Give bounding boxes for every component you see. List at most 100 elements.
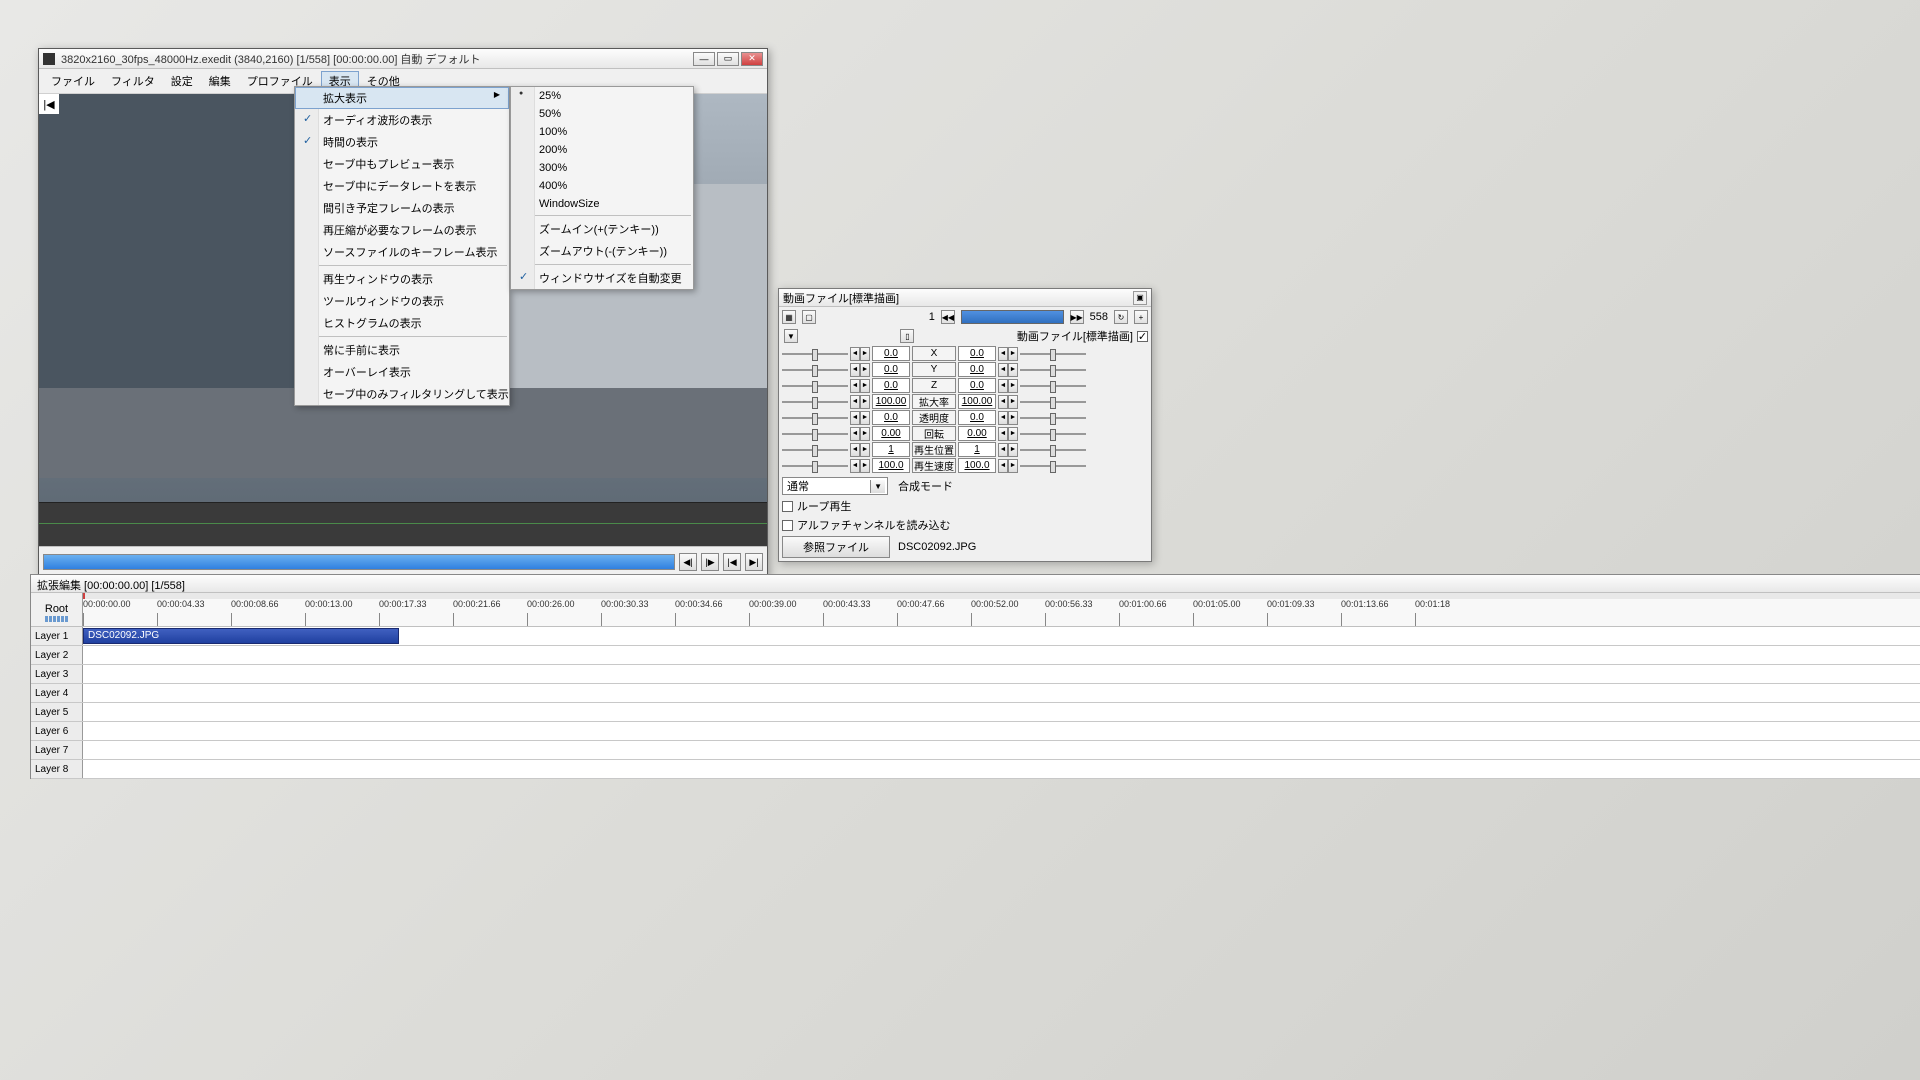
layer-track[interactable] [83, 665, 1920, 683]
slider-left[interactable] [782, 396, 848, 408]
view-menu-item[interactable]: オーバーレイ表示 [295, 361, 509, 383]
spin-right-dec[interactable]: ◄ [998, 363, 1008, 377]
spin-right-inc[interactable]: ► [1008, 459, 1018, 473]
blend-mode-combo[interactable]: 通常 [782, 477, 888, 495]
slider-right[interactable] [1020, 412, 1086, 424]
spin-right-inc[interactable]: ► [1008, 363, 1018, 377]
maximize-button[interactable]: ▭ [717, 52, 739, 66]
value-right[interactable]: 100.00 [958, 394, 996, 409]
spin-right-dec[interactable]: ◄ [998, 427, 1008, 441]
slider-left[interactable] [782, 348, 848, 360]
spin-left-dec[interactable]: ◄ [850, 459, 860, 473]
zoom-menu-item[interactable]: 200% [511, 141, 693, 159]
spin-left-dec[interactable]: ◄ [850, 411, 860, 425]
slider-left[interactable] [782, 412, 848, 424]
spin-left-dec[interactable]: ◄ [850, 427, 860, 441]
layer-label[interactable]: Layer 8 [31, 760, 83, 778]
view-menu-item[interactable]: セーブ中のみフィルタリングして表示 [295, 383, 509, 405]
spin-left-dec[interactable]: ◄ [850, 443, 860, 457]
menu-編集[interactable]: 編集 [201, 71, 239, 91]
spin-left-inc[interactable]: ► [860, 395, 870, 409]
zoom-menu-item[interactable]: 100% [511, 123, 693, 141]
layer-track[interactable] [83, 741, 1920, 759]
value-left[interactable]: 0.00 [872, 426, 910, 441]
layer-label[interactable]: Layer 3 [31, 665, 83, 683]
prev-frame-button[interactable]: ◀| [679, 553, 697, 571]
spin-left-inc[interactable]: ► [860, 459, 870, 473]
zoom-menu-item[interactable]: 25% [511, 87, 693, 105]
slider-left[interactable] [782, 364, 848, 376]
loop-checkbox[interactable] [782, 501, 793, 512]
layer-label[interactable]: Layer 6 [31, 722, 83, 740]
doc-icon[interactable]: ▯ [900, 329, 914, 343]
value-left[interactable]: 1 [872, 442, 910, 457]
value-left[interactable]: 0.0 [872, 362, 910, 377]
slider-right[interactable] [1020, 460, 1086, 472]
value-left[interactable]: 0.0 [872, 410, 910, 425]
frame-forward-button[interactable]: ▶▶ [1070, 310, 1084, 324]
spin-left-dec[interactable]: ◄ [850, 379, 860, 393]
prop-icon-2[interactable]: ▢ [802, 310, 816, 324]
view-menu-item[interactable]: 再圧縮が必要なフレームの表示 [295, 219, 509, 241]
spin-left-inc[interactable]: ► [860, 363, 870, 377]
spin-left-inc[interactable]: ► [860, 427, 870, 441]
zoom-menu-item[interactable]: ズームアウト(-(テンキー)) [511, 240, 693, 262]
view-menu-item[interactable]: 拡大表示 [295, 87, 509, 109]
timeline-root[interactable]: Root [31, 599, 83, 626]
title-bar[interactable]: 3820x2160_30fps_48000Hz.exedit (3840,216… [39, 49, 767, 69]
zoom-menu-item[interactable]: 50% [511, 105, 693, 123]
property-close-button[interactable]: ▣ [1133, 291, 1147, 305]
timeline-ruler[interactable]: 00:00:00.0000:00:04.3300:00:08.6600:00:1… [83, 599, 1920, 626]
view-menu-item[interactable]: 常に手前に表示 [295, 339, 509, 361]
layer-track[interactable]: DSC02092.JPG [83, 627, 1920, 645]
view-menu-item[interactable]: ヒストグラムの表示 [295, 312, 509, 334]
layer-label[interactable]: Layer 2 [31, 646, 83, 664]
alpha-checkbox[interactable] [782, 520, 793, 531]
zoom-menu-item[interactable]: ウィンドウサイズを自動変更 [511, 267, 693, 289]
spin-right-inc[interactable]: ► [1008, 379, 1018, 393]
zoom-menu-item[interactable]: 400% [511, 177, 693, 195]
value-right[interactable]: 0.0 [958, 378, 996, 393]
slider-left[interactable] [782, 444, 848, 456]
spin-right-inc[interactable]: ► [1008, 443, 1018, 457]
close-button[interactable]: ✕ [741, 52, 763, 66]
view-menu-item[interactable]: 間引き予定フレームの表示 [295, 197, 509, 219]
menu-ファイル[interactable]: ファイル [43, 71, 103, 91]
next-frame-button[interactable]: |▶ [701, 553, 719, 571]
slider-right[interactable] [1020, 444, 1086, 456]
spin-left-inc[interactable]: ► [860, 443, 870, 457]
spin-right-dec[interactable]: ◄ [998, 379, 1008, 393]
spin-left-inc[interactable]: ► [860, 411, 870, 425]
spin-right-dec[interactable]: ◄ [998, 443, 1008, 457]
start-marker-icon[interactable]: |◀ [39, 94, 59, 114]
spin-left-dec[interactable]: ◄ [850, 347, 860, 361]
view-menu-item[interactable]: 時間の表示 [295, 131, 509, 153]
prop-icon-4[interactable]: + [1134, 310, 1148, 324]
slider-right[interactable] [1020, 348, 1086, 360]
value-left[interactable]: 0.0 [872, 346, 910, 361]
spin-right-dec[interactable]: ◄ [998, 347, 1008, 361]
slider-left[interactable] [782, 428, 848, 440]
slider-left[interactable] [782, 460, 848, 472]
layer-track[interactable] [83, 646, 1920, 664]
spin-right-dec[interactable]: ◄ [998, 395, 1008, 409]
spin-right-inc[interactable]: ► [1008, 347, 1018, 361]
layer-track[interactable] [83, 722, 1920, 740]
spin-left-dec[interactable]: ◄ [850, 363, 860, 377]
value-right[interactable]: 0.0 [958, 410, 996, 425]
spin-left-dec[interactable]: ◄ [850, 395, 860, 409]
spin-right-dec[interactable]: ◄ [998, 459, 1008, 473]
minimize-button[interactable]: — [693, 52, 715, 66]
value-right[interactable]: 100.0 [958, 458, 996, 473]
last-frame-button[interactable]: ▶| [745, 553, 763, 571]
layer-label[interactable]: Layer 4 [31, 684, 83, 702]
view-menu-item[interactable]: セーブ中もプレビュー表示 [295, 153, 509, 175]
spin-left-inc[interactable]: ► [860, 347, 870, 361]
value-left[interactable]: 100.0 [872, 458, 910, 473]
frame-rewind-button[interactable]: ◀◀ [941, 310, 955, 324]
prop-icon-3[interactable]: ↻ [1114, 310, 1128, 324]
first-frame-button[interactable]: |◀ [723, 553, 741, 571]
prop-icon-1[interactable]: ▦ [782, 310, 796, 324]
slider-right[interactable] [1020, 428, 1086, 440]
spin-left-inc[interactable]: ► [860, 379, 870, 393]
